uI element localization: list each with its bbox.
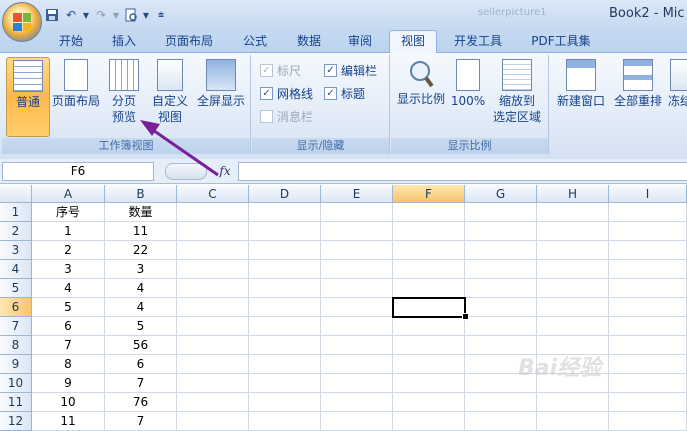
watermark: Bai经验 [518,356,602,381]
tab-view[interactable]: 视图 [389,30,437,53]
office-logo-icon [13,13,31,31]
office-button[interactable] [2,2,42,42]
